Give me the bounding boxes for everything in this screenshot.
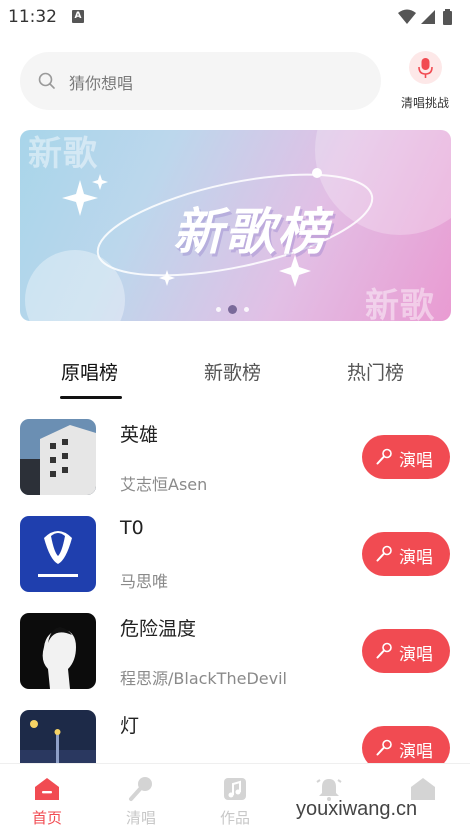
song-artist: 马思唯: [120, 572, 169, 591]
site-watermark: youxiwang.cn: [296, 798, 418, 820]
microphone-icon: [418, 58, 433, 78]
signal-icon: [421, 10, 435, 24]
song-row[interactable]: 危险温度 程思源/BlackTheDevil 演唱: [0, 613, 470, 709]
search-input[interactable]: 猜你想唱: [20, 52, 381, 110]
notification-badge: A: [72, 10, 84, 23]
microphone-icon: [376, 739, 392, 756]
nav-clear-singing[interactable]: 清唱: [94, 764, 188, 835]
tab-hot-chart[interactable]: 热门榜: [347, 358, 404, 385]
tab-original-chart[interactable]: 原唱榜: [61, 358, 118, 385]
song-title: 英雄: [120, 424, 159, 446]
sing-button-label: 演唱: [399, 645, 433, 665]
song-title: T0: [120, 517, 144, 539]
search-icon: [38, 72, 55, 89]
tab-new-songs-chart[interactable]: 新歌榜: [204, 358, 261, 385]
sing-button-label: 演唱: [399, 742, 433, 762]
banner-watermark-top: 新歌: [28, 134, 98, 174]
status-time: 11:32: [8, 7, 57, 27]
sing-button-label: 演唱: [399, 548, 433, 568]
nav-works[interactable]: 作品: [188, 764, 282, 835]
tab-active-indicator: [60, 396, 122, 399]
song-cover: [20, 613, 96, 689]
microphone-icon: [129, 777, 152, 801]
song-artist: 程思源/BlackTheDevil: [120, 669, 287, 688]
microphone-icon: [376, 545, 392, 562]
system-status-icons: [398, 9, 452, 25]
song-artist: 艾志恒Asen: [120, 475, 208, 494]
sing-button[interactable]: 演唱: [362, 435, 450, 479]
music-note-icon: [224, 778, 246, 800]
song-cover: [20, 419, 96, 495]
carousel-dot-active[interactable]: [228, 305, 237, 314]
microphone-icon: [376, 642, 392, 659]
banner-carousel[interactable]: 新歌 新歌 新歌榜: [20, 130, 451, 321]
mic-circle: [409, 51, 442, 84]
song-title: 灯: [120, 715, 140, 737]
sing-button-label: 演唱: [399, 451, 433, 471]
sing-button[interactable]: 演唱: [362, 629, 450, 673]
carousel-dot[interactable]: [216, 307, 221, 312]
banner-watermark-bottom: 新歌: [365, 286, 435, 321]
nav-label: 作品: [219, 809, 250, 827]
song-row[interactable]: T0 马思唯 演唱: [0, 516, 470, 612]
battery-icon: [443, 9, 452, 25]
sing-button[interactable]: 演唱: [362, 532, 450, 576]
song-cover: [20, 516, 96, 592]
wifi-icon: [398, 9, 416, 24]
nav-label: 首页: [31, 809, 62, 827]
carousel-dots: [216, 305, 256, 315]
carousel-dot[interactable]: [244, 307, 249, 312]
home-icon: [35, 778, 59, 800]
challenge-label: 清唱挑战: [400, 96, 449, 110]
nav-home[interactable]: 首页: [0, 764, 94, 835]
microphone-icon: [376, 448, 392, 465]
search-placeholder: 猜你想唱: [69, 74, 134, 93]
song-title: 危险温度: [120, 618, 197, 640]
nav-label: 清唱: [125, 809, 156, 827]
status-bar: 11:32 A: [0, 0, 470, 34]
song-row[interactable]: 英雄 艾志恒Asen 演唱: [0, 419, 470, 515]
chart-tabs: 原唱榜 新歌榜 热门榜: [0, 346, 470, 402]
clear-singing-challenge-button[interactable]: 清唱挑战: [396, 50, 456, 110]
banner-title: 新歌榜: [173, 203, 329, 261]
